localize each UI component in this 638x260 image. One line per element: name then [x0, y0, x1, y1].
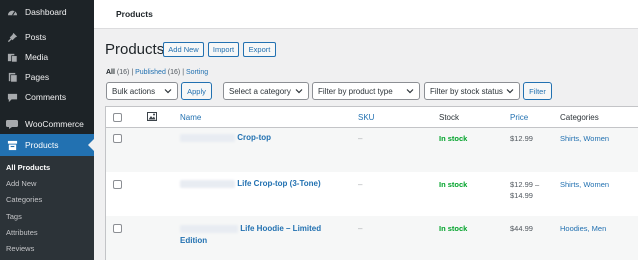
bulk-actions-value: Bulk actions [112, 86, 156, 96]
row-checkbox[interactable] [113, 224, 122, 233]
menu-label: Posts [25, 32, 47, 42]
submenu-categories[interactable]: Categories [6, 195, 42, 204]
admin-sidebar: Dashboard Posts Media Pages Comments Woo… [0, 0, 94, 260]
table-row: Life Crop-top (3-Tone) – In stock $12.99… [106, 172, 638, 216]
menu-dashboard[interactable]: Dashboard [0, 1, 94, 23]
product-sku: – [358, 224, 363, 233]
price-line: $44.99 [510, 224, 533, 233]
column-stock: Stock [439, 113, 460, 122]
chevron-down-icon [164, 87, 172, 97]
menu-label: Comments [25, 92, 67, 102]
table-row: Crop-top – In stock $12.99 Shirts, Women [106, 128, 638, 172]
product-categories[interactable]: Shirts, Women [560, 180, 609, 189]
price-line: $12.99 [510, 134, 533, 143]
view-all-count: (16) [116, 69, 130, 76]
menu-label: Pages [25, 72, 50, 82]
products-table: Name SKU Stock Price Categories Crop-top… [105, 106, 638, 260]
product-categories[interactable]: Shirts, Women [560, 134, 609, 143]
status-views: All (16) | Published (16) | Sorting [106, 69, 208, 76]
submenu-all-products[interactable]: All Products [6, 163, 50, 172]
row-checkbox[interactable] [113, 134, 122, 143]
submenu-attributes[interactable]: Attributes [6, 228, 38, 237]
select-all-checkbox[interactable] [113, 113, 122, 122]
pin-icon [6, 31, 18, 43]
stock-status-select[interactable]: Filter by stock status [424, 82, 520, 100]
menu-media[interactable]: Media [0, 46, 94, 68]
filter-button[interactable]: Filter [523, 82, 552, 100]
column-price[interactable]: Price [510, 113, 528, 122]
product-name: Life Crop-top (3-Tone) [237, 179, 321, 188]
price-line: $14.99 [510, 191, 533, 200]
menu-label: Dashboard [25, 7, 67, 17]
product-price: $44.99 [510, 223, 533, 234]
submenu-tags[interactable]: Tags [6, 212, 22, 221]
row-checkbox[interactable] [113, 180, 122, 189]
products-submenu: All Products Add New Categories Tags Att… [0, 156, 94, 260]
image-icon [147, 112, 157, 123]
table-header: Name SKU Stock Price Categories [106, 107, 638, 128]
woo-icon [6, 118, 18, 130]
export-button[interactable]: Export [243, 42, 276, 57]
column-name[interactable]: Name [180, 113, 201, 122]
menu-comments[interactable]: Comments [0, 86, 94, 108]
menu-label: Products [25, 140, 59, 150]
submenu-reviews[interactable]: Reviews [6, 244, 34, 253]
category-select[interactable]: Select a category [223, 82, 309, 100]
menu-label: Media [25, 52, 49, 62]
product-name: Life Hoodie – Limited [240, 224, 322, 233]
product-type-select[interactable]: Filter by product type [312, 82, 420, 100]
stock-status: In stock [439, 180, 468, 189]
stock-status: In stock [439, 134, 468, 143]
view-sorting[interactable]: Sorting [186, 69, 208, 76]
product-price: $12.99 [510, 133, 533, 144]
category-value: Select a category [229, 86, 291, 96]
submenu-add-new[interactable]: Add New [6, 179, 36, 188]
price-line: $12.99 – [510, 180, 540, 189]
menu-products[interactable]: Products [0, 134, 94, 156]
pages-icon [6, 71, 18, 83]
page-title: Products [105, 41, 165, 58]
apply-button[interactable]: Apply [181, 82, 212, 100]
chevron-down-icon [506, 87, 514, 97]
header-title: Products [116, 9, 153, 19]
bulk-actions-select[interactable]: Bulk actions [106, 82, 178, 100]
comment-icon [6, 91, 18, 103]
import-button[interactable]: Import [208, 42, 239, 57]
chevron-down-icon [406, 87, 414, 97]
column-categories: Categories [560, 113, 599, 122]
product-name-line2: Edition [180, 236, 208, 245]
menu-posts[interactable]: Posts [0, 26, 94, 48]
menu-label: WooCommerce [25, 119, 84, 129]
product-name-link[interactable]: Crop-top [180, 133, 271, 142]
redacted-name [180, 133, 235, 142]
view-separator: | [182, 69, 185, 76]
chevron-down-icon [295, 87, 303, 97]
table-row: Life Hoodie – Limited Edition – In stock… [106, 216, 638, 260]
dashboard-icon [6, 6, 18, 18]
media-icon [6, 51, 18, 63]
stock-status: In stock [439, 224, 468, 233]
redacted-name [180, 224, 238, 233]
product-name-link[interactable]: Life Hoodie – Limited Edition [180, 223, 321, 247]
view-published-count: (16) [167, 69, 181, 76]
stock-status-value: Filter by stock status [430, 86, 503, 96]
column-sku[interactable]: SKU [358, 113, 374, 122]
product-name-link[interactable]: Life Crop-top (3-Tone) [180, 179, 321, 188]
product-sku: – [358, 134, 363, 143]
menu-pages[interactable]: Pages [0, 66, 94, 88]
product-sku: – [358, 180, 363, 189]
page-header-bar: Products [94, 0, 638, 29]
add-new-button[interactable]: Add New [163, 42, 204, 57]
menu-woocommerce[interactable]: WooCommerce [0, 113, 94, 135]
view-published[interactable]: Published [135, 69, 166, 76]
archive-icon [6, 139, 18, 151]
product-price: $12.99 – $14.99 [510, 179, 539, 201]
redacted-name [180, 179, 235, 188]
product-categories[interactable]: Hoodies, Men [560, 224, 606, 233]
product-name: Crop-top [237, 133, 271, 142]
view-all[interactable]: All [106, 69, 115, 76]
product-type-value: Filter by product type [318, 86, 393, 96]
view-separator: | [131, 69, 134, 76]
